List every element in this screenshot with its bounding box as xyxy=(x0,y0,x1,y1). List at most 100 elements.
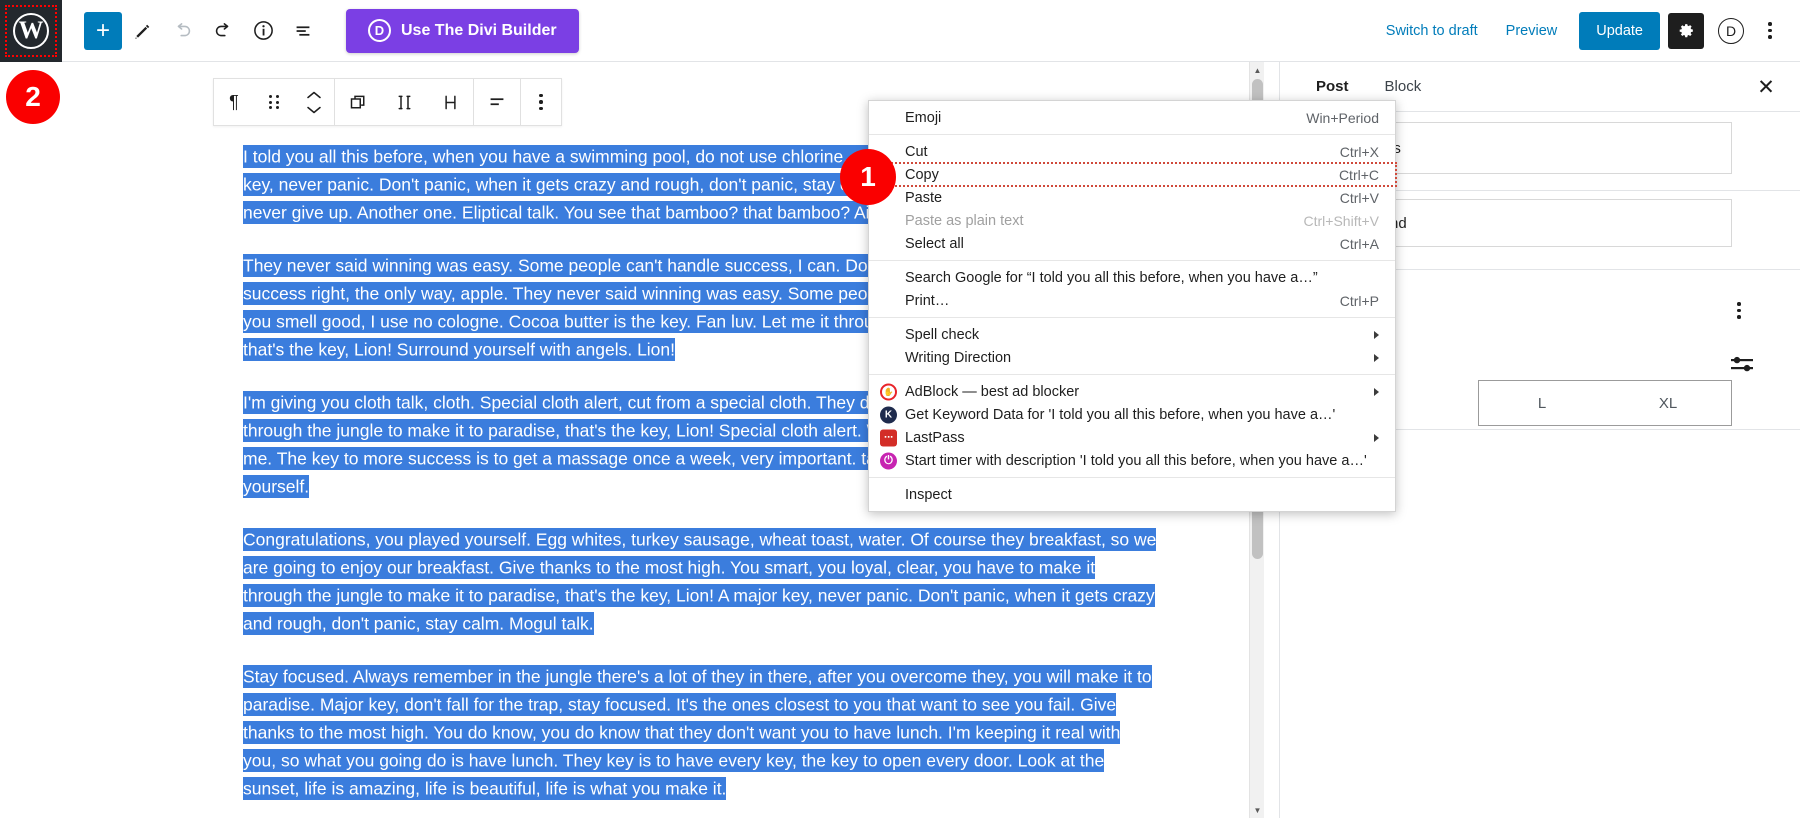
context-menu-item-start-timer-with-description-i-told-you-[interactable]: ⏻ Start timer with description 'I told yo… xyxy=(869,449,1395,472)
context-menu-item-emoji[interactable]: Emoji Win+Period xyxy=(869,106,1395,129)
context-menu-item-copy[interactable]: Copy Ctrl+C xyxy=(869,163,1395,186)
context-menu-separator xyxy=(869,260,1395,261)
context-menu-item-shortcut: Ctrl+A xyxy=(1339,235,1379,252)
move-chevrons-icon xyxy=(307,91,321,114)
submenu-arrow-icon xyxy=(1374,433,1379,442)
browser-context-menu: Emoji Win+Period Cut Ctrl+X Copy Ctrl+C Paste C… xyxy=(868,100,1397,512)
drag-handle-button[interactable] xyxy=(254,79,294,125)
merge-icon xyxy=(444,95,456,109)
block-more-group xyxy=(521,79,561,125)
context-menu-item-label: Inspect xyxy=(905,486,952,503)
duplicate-block-button[interactable] xyxy=(335,79,381,125)
details-info-button[interactable] xyxy=(244,12,282,50)
context-menu-separator xyxy=(869,317,1395,318)
context-menu-item-lastpass[interactable]: ∙∙∙ LastPass xyxy=(869,426,1395,449)
submenu-arrow-icon xyxy=(1374,353,1379,362)
duplicate-icon xyxy=(350,95,364,108)
context-menu-item-label: Search Google for “I told you all this b… xyxy=(905,269,1318,286)
context-menu-item-label: Writing Direction xyxy=(905,349,1012,366)
context-menu-item-paste-as-plain-text[interactable]: Paste as plain text Ctrl+Shift+V xyxy=(869,209,1395,232)
add-block-button[interactable]: + xyxy=(84,11,122,50)
context-menu-item-writing-direction[interactable]: Writing Direction xyxy=(869,346,1395,369)
context-menu-item-label: Emoji xyxy=(905,109,942,126)
close-sidebar-button[interactable]: ✕ xyxy=(1752,73,1780,101)
pencil-icon xyxy=(135,24,150,39)
scroll-up-icon[interactable]: ▲ xyxy=(1250,62,1264,78)
edit-pencil-icon[interactable] xyxy=(124,12,162,50)
scroll-down-icon[interactable]: ▼ xyxy=(1250,802,1264,818)
context-menu-item-label: Cut xyxy=(905,143,928,160)
more-options-button[interactable] xyxy=(1754,13,1786,49)
editor-tools: + D Use The Divi Builder xyxy=(62,8,579,53)
divi-logo-icon: D xyxy=(368,19,391,42)
context-menu-item-label: LastPass xyxy=(905,429,965,446)
wordpress-icon: W xyxy=(13,12,49,49)
context-menu-separator xyxy=(869,134,1395,135)
split-icon xyxy=(398,95,410,109)
divi-circle-icon: D xyxy=(1718,17,1744,44)
redo-button[interactable] xyxy=(204,12,242,50)
lastpass-icon: ∙∙∙ xyxy=(880,429,897,446)
preview-button[interactable]: Preview xyxy=(1492,11,1572,51)
context-menu-item-adblock-best-ad-blocker[interactable]: ✋ AdBlock — best ad blocker xyxy=(869,380,1395,403)
paragraph-block[interactable]: Stay focused. Always remember in the jun… xyxy=(243,662,1158,802)
context-menu-item-select-all[interactable]: Select all Ctrl+A xyxy=(869,232,1395,255)
step-badge-2: 2 xyxy=(6,70,60,124)
undo-button[interactable] xyxy=(164,12,202,50)
divi-settings-button[interactable]: D xyxy=(1714,14,1748,48)
size-button-l[interactable]: L xyxy=(1479,381,1605,425)
keywords-everywhere-icon: K xyxy=(880,406,897,423)
drag-dots-icon xyxy=(269,95,279,109)
use-divi-builder-button[interactable]: D Use The Divi Builder xyxy=(346,8,579,53)
context-menu-item-label: Start timer with description 'I told you… xyxy=(905,452,1367,469)
editor-top-bar: W + D Use The Divi Builder Switch to dra… xyxy=(0,0,1800,62)
sidebar-more-options-button[interactable] xyxy=(1737,302,1741,319)
merge-block-button[interactable] xyxy=(427,79,473,125)
context-menu-item-print[interactable]: Print… Ctrl+P xyxy=(869,289,1395,312)
block-toolbar: ¶ xyxy=(213,78,562,126)
context-menu-item-get-keyword-data-for-i-told-you-all-this[interactable]: K Get Keyword Data for 'I told you all th… xyxy=(869,403,1395,426)
switch-to-draft-button[interactable]: Switch to draft xyxy=(1372,11,1492,51)
context-menu-item-inspect[interactable]: Inspect xyxy=(869,483,1395,506)
kebab-dot xyxy=(1768,35,1772,39)
info-icon xyxy=(253,21,273,40)
context-menu-item-paste[interactable]: Paste Ctrl+V xyxy=(869,186,1395,209)
context-menu-item-cut[interactable]: Cut Ctrl+X xyxy=(869,140,1395,163)
redo-icon xyxy=(215,22,229,36)
context-menu-separator xyxy=(869,374,1395,375)
wordpress-logo-button[interactable]: W xyxy=(0,0,62,62)
kebab-icon xyxy=(527,84,555,120)
context-menu-item-shortcut: Win+Period xyxy=(1306,109,1379,126)
context-menu-item-label: AdBlock — best ad blocker xyxy=(905,383,1080,400)
divi-button-label: Use The Divi Builder xyxy=(401,21,557,39)
context-menu-item-search-google-for-i-told-you-all-this-be[interactable]: Search Google for “I told you all this b… xyxy=(869,266,1395,289)
step-badge-1: 1 xyxy=(840,149,896,205)
submenu-arrow-icon xyxy=(1374,330,1379,339)
context-menu-item-label: Get Keyword Data for 'I told you all thi… xyxy=(905,406,1336,423)
context-menu-item-shortcut: Ctrl+V xyxy=(1339,189,1379,206)
kebab-dot xyxy=(1768,28,1772,33)
update-button[interactable]: Update xyxy=(1579,11,1660,50)
block-options-button[interactable] xyxy=(521,79,561,125)
paragraph-text: Stay focused. Always remember in the jun… xyxy=(243,664,1152,800)
gear-icon xyxy=(1679,24,1693,38)
list-view-button[interactable] xyxy=(284,12,322,50)
context-menu-item-spell-check[interactable]: Spell check xyxy=(869,323,1395,346)
context-menu-item-shortcut: Ctrl+Shift+V xyxy=(1303,212,1379,229)
sidebar-settings-sliders-button[interactable] xyxy=(1728,352,1756,381)
settings-gear-button[interactable] xyxy=(1668,12,1704,49)
size-button-xl[interactable]: XL xyxy=(1605,381,1731,425)
align-button[interactable] xyxy=(474,79,520,125)
editor-actions: Switch to draft Preview Update D xyxy=(1372,11,1800,51)
move-block-button[interactable] xyxy=(294,79,334,125)
paragraph-text: Congratulations, you played yourself. Eg… xyxy=(243,527,1157,635)
block-actions-group xyxy=(335,79,473,125)
paragraph-block-type-button[interactable]: ¶ xyxy=(214,79,254,125)
align-icon xyxy=(490,98,504,106)
paragraph-block[interactable]: Congratulations, you played yourself. Eg… xyxy=(243,525,1158,637)
adblock-icon: ✋ xyxy=(880,383,897,400)
block-type-group: ¶ xyxy=(214,79,334,125)
split-block-button[interactable] xyxy=(381,79,427,125)
block-align-group xyxy=(474,79,520,125)
toggl-timer-icon: ⏻ xyxy=(880,452,897,469)
